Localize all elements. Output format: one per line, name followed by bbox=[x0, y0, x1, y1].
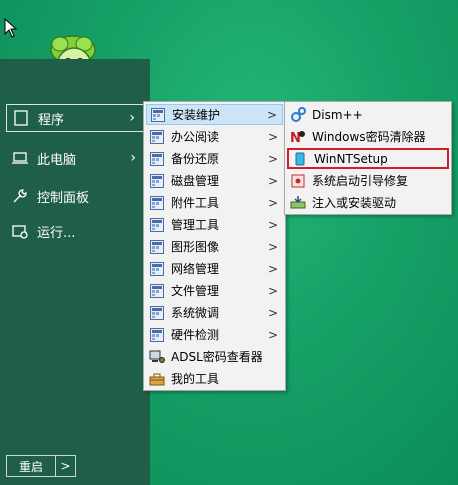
chevron-right-icon: > bbox=[267, 173, 278, 188]
chevron-right-icon: > bbox=[267, 305, 278, 320]
start-item-programs[interactable]: 程序 › bbox=[6, 104, 144, 132]
chevron-right-icon: > bbox=[267, 151, 278, 166]
chevron-right-icon: › bbox=[129, 110, 135, 126]
menu-item-label: 我的工具 bbox=[171, 372, 220, 386]
program-group-icon bbox=[149, 173, 165, 189]
program-group-icon bbox=[150, 107, 166, 123]
program-group-icon bbox=[149, 151, 165, 167]
boot-repair-icon bbox=[290, 173, 306, 189]
menu-item-label: 系统启动引导修复 bbox=[312, 174, 409, 188]
chevron-right-icon: > bbox=[267, 283, 278, 298]
menu-item-label: Windows密码清除器 bbox=[312, 130, 426, 144]
document-icon bbox=[12, 109, 30, 127]
menu-item-label: 硬件检测 bbox=[171, 328, 220, 342]
program-group-icon bbox=[149, 129, 165, 145]
menu-item-label: Dism++ bbox=[312, 107, 363, 122]
menu-item-install-maintain[interactable]: 安装维护 > bbox=[146, 104, 283, 125]
menu-item-admin-tools[interactable]: 管理工具 > bbox=[146, 214, 283, 235]
menu-item-label: 安装维护 bbox=[172, 108, 221, 122]
start-item-label: 此电脑 bbox=[37, 152, 77, 168]
program-group-icon bbox=[149, 327, 165, 343]
menu-item-label: 管理工具 bbox=[171, 218, 220, 232]
run-icon bbox=[11, 222, 29, 240]
restart-options-button[interactable]: > bbox=[56, 456, 75, 476]
chevron-right-icon: > bbox=[267, 261, 278, 276]
menu-item-system-tweak[interactable]: 系统微调 > bbox=[146, 302, 283, 323]
menu-item-label: 网络管理 bbox=[171, 262, 220, 276]
start-item-label: 程序 bbox=[38, 112, 65, 128]
menu-item-my-tools[interactable]: 我的工具 bbox=[146, 368, 283, 389]
menu-item-label: 图形图像 bbox=[171, 240, 220, 254]
chevron-right-icon: › bbox=[130, 150, 136, 166]
chevron-right-icon: > bbox=[266, 107, 277, 122]
password-tool-icon: N bbox=[290, 129, 306, 145]
menu-item-winntsetup[interactable]: WinNTSetup bbox=[287, 148, 449, 169]
menu-item-disk-management[interactable]: 磁盘管理 > bbox=[146, 170, 283, 191]
menu-item-label: ADSL密码查看器 bbox=[171, 350, 263, 364]
chevron-right-icon: > bbox=[267, 239, 278, 254]
menu-item-label: 办公阅读 bbox=[171, 130, 220, 144]
network-computer-icon bbox=[149, 349, 165, 365]
menu-item-label: 文件管理 bbox=[171, 284, 220, 298]
program-group-icon bbox=[149, 217, 165, 233]
menu-item-dism[interactable]: Dism++ bbox=[287, 104, 449, 125]
start-item-label: 运行... bbox=[37, 225, 76, 241]
menu-item-graphics[interactable]: 图形图像 > bbox=[146, 236, 283, 257]
program-group-icon bbox=[149, 283, 165, 299]
menu-item-inject-drivers[interactable]: 注入或安装驱动 bbox=[287, 192, 449, 213]
menu-item-windows-password-cleaner[interactable]: N Windows密码清除器 bbox=[287, 126, 449, 147]
menu-item-network[interactable]: 网络管理 > bbox=[146, 258, 283, 279]
toolbox-icon bbox=[149, 371, 165, 387]
wrench-icon bbox=[11, 187, 29, 205]
menu-item-backup-restore[interactable]: 备份还原 > bbox=[146, 148, 283, 169]
menu-item-accessory-tools[interactable]: 附件工具 > bbox=[146, 192, 283, 213]
start-item-run[interactable]: 运行... bbox=[6, 217, 144, 245]
menu-item-hardware-detect[interactable]: 硬件检测 > bbox=[146, 324, 283, 345]
menu-item-file-management[interactable]: 文件管理 > bbox=[146, 280, 283, 301]
program-group-icon bbox=[149, 239, 165, 255]
start-item-label: 控制面板 bbox=[37, 190, 90, 206]
driver-install-icon bbox=[290, 195, 306, 211]
menu-item-label: 附件工具 bbox=[171, 196, 220, 210]
chevron-right-icon: > bbox=[267, 195, 278, 210]
mouse-cursor-icon bbox=[4, 18, 18, 38]
programs-submenu: 安装维护 > 办公阅读 > 备份还原 > 磁盘管理 > 附件工具 > 管理工具 … bbox=[143, 101, 286, 391]
program-group-icon bbox=[149, 261, 165, 277]
start-item-this-pc[interactable]: 此电脑 › bbox=[6, 144, 144, 172]
menu-item-label: 注入或安装驱动 bbox=[312, 196, 397, 210]
menu-item-label: WinNTSetup bbox=[314, 151, 388, 166]
chevron-right-icon: > bbox=[267, 217, 278, 232]
restart-button[interactable]: 重启 > bbox=[6, 455, 76, 477]
menu-item-label: 磁盘管理 bbox=[171, 174, 220, 188]
start-item-control-panel[interactable]: 控制面板 bbox=[6, 182, 144, 210]
menu-item-label: 系统微调 bbox=[171, 306, 220, 320]
laptop-icon bbox=[11, 149, 29, 167]
chevron-right-icon: > bbox=[267, 129, 278, 144]
setup-icon bbox=[292, 151, 308, 167]
program-group-icon bbox=[149, 195, 165, 211]
install-maintain-submenu: Dism++ N Windows密码清除器 WinNTSetup 系统启动引导修… bbox=[284, 101, 452, 215]
restart-label: 重启 bbox=[7, 456, 56, 476]
menu-item-boot-repair[interactable]: 系统启动引导修复 bbox=[287, 170, 449, 191]
chevron-right-icon: > bbox=[267, 327, 278, 342]
menu-item-office-reading[interactable]: 办公阅读 > bbox=[146, 126, 283, 147]
program-group-icon bbox=[149, 305, 165, 321]
menu-item-adsl-password-viewer[interactable]: ADSL密码查看器 bbox=[146, 346, 283, 367]
gears-icon bbox=[290, 106, 306, 123]
menu-item-label: 备份还原 bbox=[171, 152, 220, 166]
